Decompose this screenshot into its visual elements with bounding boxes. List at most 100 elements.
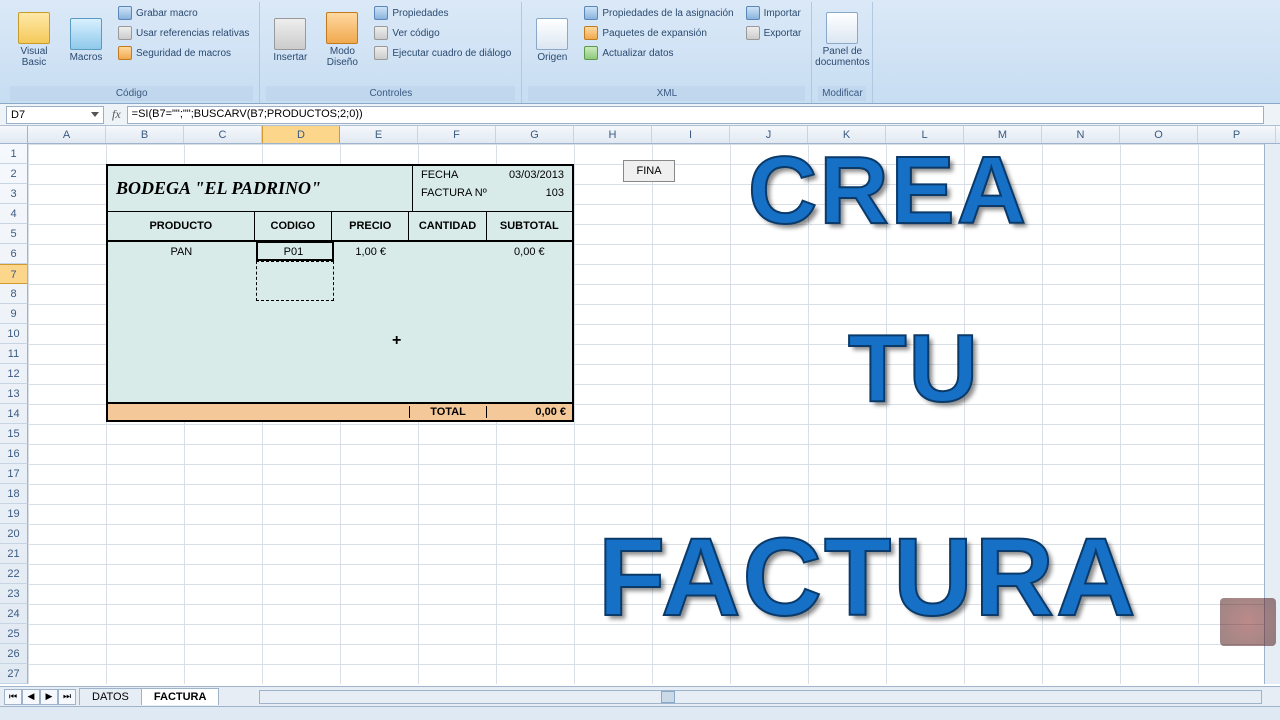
group-label-codigo: Código	[10, 86, 253, 101]
sheet-tab-datos[interactable]: DATOS	[79, 688, 142, 705]
row-header-9[interactable]: 9	[0, 304, 28, 324]
macros-button[interactable]: Macros	[62, 4, 110, 76]
cells-area[interactable]: BODEGA "EL PADRINO" FECHA 03/03/2013 FACT…	[28, 144, 1280, 684]
sheet-tab-factura[interactable]: FACTURA	[141, 688, 220, 705]
row-header-8[interactable]: 8	[0, 284, 28, 304]
factura-num-value: 103	[546, 187, 564, 199]
row-header-15[interactable]: 15	[0, 424, 28, 444]
row-header-5[interactable]: 5	[0, 224, 28, 244]
row-header-11[interactable]: 11	[0, 344, 28, 364]
row-header-7[interactable]: 7	[0, 264, 28, 284]
row-header-2[interactable]: 2	[0, 164, 28, 184]
col-header-C[interactable]: C	[184, 126, 262, 143]
overlay-text-3: FACTURA	[598, 514, 1138, 641]
visual-basic-label: Visual Basic	[10, 46, 58, 68]
seguridad-macros-button[interactable]: Seguridad de macros	[114, 44, 253, 62]
col-header-F[interactable]: F	[418, 126, 496, 143]
macros-label: Macros	[70, 52, 103, 63]
spreadsheet-grid: ABCDEFGHIJKLMNOP 12345678910111213141516…	[0, 126, 1280, 688]
header-producto: PRODUCTO	[108, 212, 255, 240]
ver-codigo-button[interactable]: Ver código	[370, 24, 515, 42]
row-header-19[interactable]: 19	[0, 504, 28, 524]
row-header-17[interactable]: 17	[0, 464, 28, 484]
grabar-macro-button[interactable]: Grabar macro	[114, 4, 253, 22]
header-codigo: CODIGO	[255, 212, 332, 240]
tab-nav-first[interactable]: ⏮	[4, 689, 22, 705]
actualizar-datos-button[interactable]: Actualizar datos	[580, 44, 737, 62]
insertar-button[interactable]: Insertar	[266, 4, 314, 76]
cell-subtotal[interactable]: 0,00 €	[487, 246, 572, 258]
fecha-value: 03/03/2013	[509, 169, 564, 181]
col-header-N[interactable]: N	[1042, 126, 1120, 143]
status-bar	[0, 706, 1280, 720]
watermark-icon	[1220, 598, 1276, 646]
row-header-23[interactable]: 23	[0, 584, 28, 604]
group-label-modificar: Modificar	[818, 86, 866, 101]
modo-diseno-button[interactable]: Modo Diseño	[318, 4, 366, 76]
row-header-1[interactable]: 1	[0, 144, 28, 164]
row-header-27[interactable]: 27	[0, 664, 28, 684]
select-all-corner[interactable]	[0, 126, 28, 143]
prop-asignacion-button[interactable]: Propiedades de la asignación	[580, 4, 737, 22]
row-header-16[interactable]: 16	[0, 444, 28, 464]
row-header-14[interactable]: 14	[0, 404, 28, 424]
invoice-title: BODEGA "EL PADRINO"	[108, 166, 412, 211]
row-header-24[interactable]: 24	[0, 604, 28, 624]
col-header-D[interactable]: D	[262, 126, 340, 143]
origen-button[interactable]: Origen	[528, 4, 576, 76]
overlay-text-1: CREA	[748, 136, 1028, 246]
ejecutar-dialogo-button[interactable]: Ejecutar cuadro de diálogo	[370, 44, 515, 62]
group-label-controles: Controles	[266, 86, 515, 101]
importar-button[interactable]: Importar	[742, 4, 806, 22]
row-header-22[interactable]: 22	[0, 564, 28, 584]
row-header-6[interactable]: 6	[0, 244, 28, 264]
row-header-18[interactable]: 18	[0, 484, 28, 504]
row-header-13[interactable]: 13	[0, 384, 28, 404]
fecha-label: FECHA	[421, 169, 458, 181]
cell-producto[interactable]: PAN	[108, 246, 255, 258]
ribbon-group-xml: Origen Propiedades de la asignación Paqu…	[522, 2, 812, 103]
col-header-E[interactable]: E	[340, 126, 418, 143]
paquetes-expansion-button[interactable]: Paquetes de expansión	[580, 24, 737, 42]
finalizar-button[interactable]: FINA	[623, 160, 675, 182]
col-header-G[interactable]: G	[496, 126, 574, 143]
header-cantidad: CANTIDAD	[409, 212, 486, 240]
formula-input[interactable]: =SI(B7="";"";BUSCARV(B7;PRODUCTOS;2;0))	[127, 106, 1264, 124]
col-header-P[interactable]: P	[1198, 126, 1276, 143]
visual-basic-button[interactable]: Visual Basic	[10, 4, 58, 76]
tab-nav-last[interactable]: ⏭	[58, 689, 76, 705]
col-header-B[interactable]: B	[106, 126, 184, 143]
active-cell-border	[256, 241, 334, 261]
row-headers: 1234567891011121314151617181920212223242…	[0, 144, 28, 684]
header-subtotal: SUBTOTAL	[487, 212, 572, 240]
sheet-tabs-bar: ⏮ ◀ ▶ ⏭ DATOS FACTURA	[0, 686, 1280, 706]
panel-documentos-button[interactable]: Panel de documentos	[818, 4, 866, 76]
col-header-H[interactable]: H	[574, 126, 652, 143]
col-header-O[interactable]: O	[1120, 126, 1198, 143]
col-header-I[interactable]: I	[652, 126, 730, 143]
horizontal-scrollbar[interactable]	[259, 690, 1262, 704]
referencias-relativas-button[interactable]: Usar referencias relativas	[114, 24, 253, 42]
col-header-A[interactable]: A	[28, 126, 106, 143]
row-header-21[interactable]: 21	[0, 544, 28, 564]
row-header-3[interactable]: 3	[0, 184, 28, 204]
row-header-4[interactable]: 4	[0, 204, 28, 224]
cell-precio[interactable]: 1,00 €	[332, 246, 409, 258]
total-value: 0,00 €	[487, 406, 572, 418]
row-header-26[interactable]: 26	[0, 644, 28, 664]
exportar-button[interactable]: Exportar	[742, 24, 806, 42]
fx-icon[interactable]: fx	[106, 107, 127, 122]
tab-nav-next[interactable]: ▶	[40, 689, 58, 705]
tab-nav-prev[interactable]: ◀	[22, 689, 40, 705]
row-header-20[interactable]: 20	[0, 524, 28, 544]
row-header-25[interactable]: 25	[0, 624, 28, 644]
fill-handle-marquee	[256, 261, 334, 301]
ribbon: Visual Basic Macros Grabar macro Usar re…	[0, 0, 1280, 104]
row-header-10[interactable]: 10	[0, 324, 28, 344]
row-header-12[interactable]: 12	[0, 364, 28, 384]
chevron-down-icon	[91, 112, 99, 117]
factura-num-label: FACTURA Nº	[421, 187, 487, 199]
formula-bar: D7 fx =SI(B7="";"";BUSCARV(B7;PRODUCTOS;…	[0, 104, 1280, 126]
name-box[interactable]: D7	[6, 106, 104, 124]
propiedades-button[interactable]: Propiedades	[370, 4, 515, 22]
